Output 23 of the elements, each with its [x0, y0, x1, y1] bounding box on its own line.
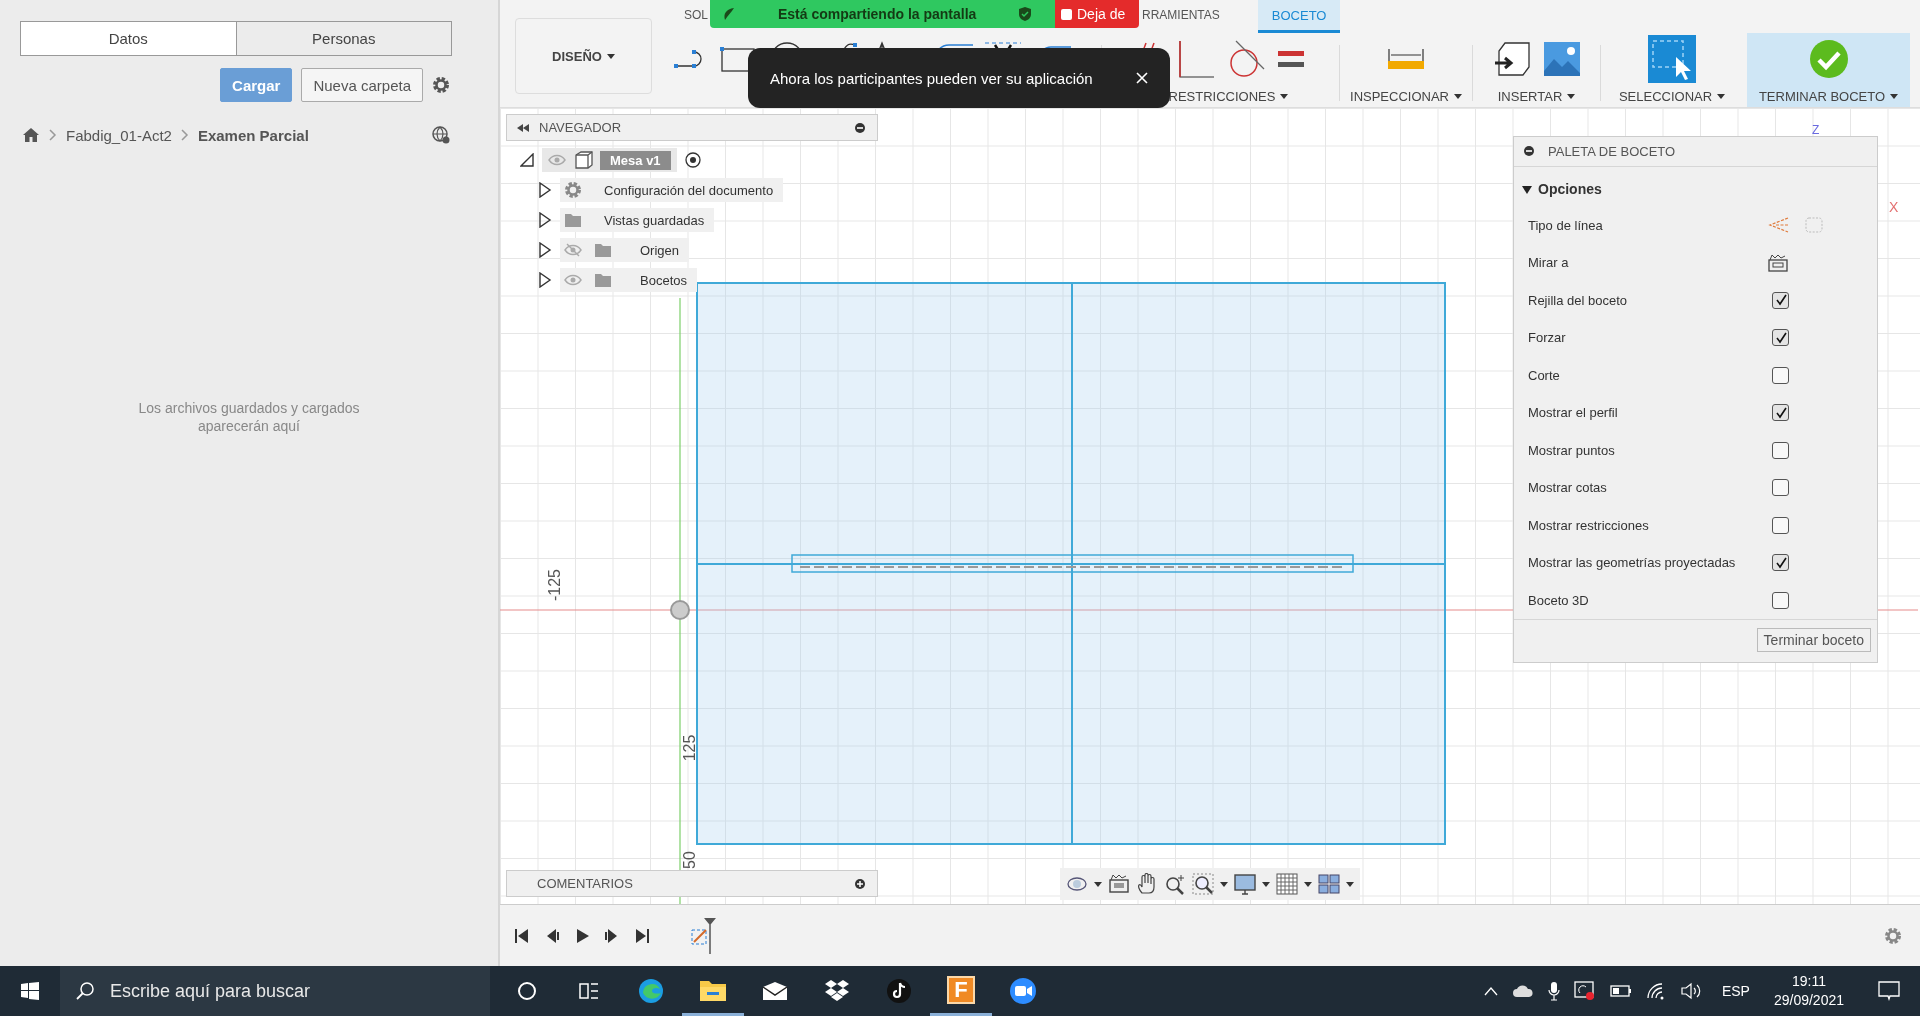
- option-label: Boceto 3D: [1528, 592, 1590, 608]
- panel-title: NAVEGADOR: [539, 120, 622, 135]
- share-status: Está compartiendo la pantalla: [778, 6, 977, 22]
- panel-title: PALETA DE BOCETO: [1548, 143, 1676, 159]
- option-label: Mostrar restricciones: [1528, 517, 1650, 533]
- option-label: Mirar a: [1528, 255, 1570, 271]
- dimension-label: 50: [681, 851, 698, 869]
- notification-message: Ahora los participantes pueden ver su aplicación: [770, 69, 1093, 87]
- empty-message: Los archivos guardados y cargados aparecerán aquí: [137, 399, 361, 435]
- option-label: Mostrar puntos: [1528, 442, 1616, 458]
- axis-label: Z: [1812, 123, 1820, 137]
- option-label: Mostrar el perfil: [1528, 405, 1619, 421]
- option-label: Mostrar las geometrías proyectadas: [1528, 555, 1737, 571]
- axis-label: X: [1889, 199, 1899, 215]
- button-label: TERMINAR BOCETO: [1758, 89, 1886, 104]
- option-label: Corte: [1528, 367, 1561, 383]
- panel-title: COMENTARIOS: [537, 876, 633, 891]
- dimension-label: 125: [681, 734, 698, 762]
- option-label: Rejilla del boceto: [1528, 292, 1628, 308]
- option-label: Forzar: [1528, 330, 1567, 346]
- dimension-label: -125: [546, 569, 563, 601]
- option-label: Tipo de línea: [1528, 217, 1604, 233]
- option-label: Mostrar cotas: [1528, 480, 1608, 496]
